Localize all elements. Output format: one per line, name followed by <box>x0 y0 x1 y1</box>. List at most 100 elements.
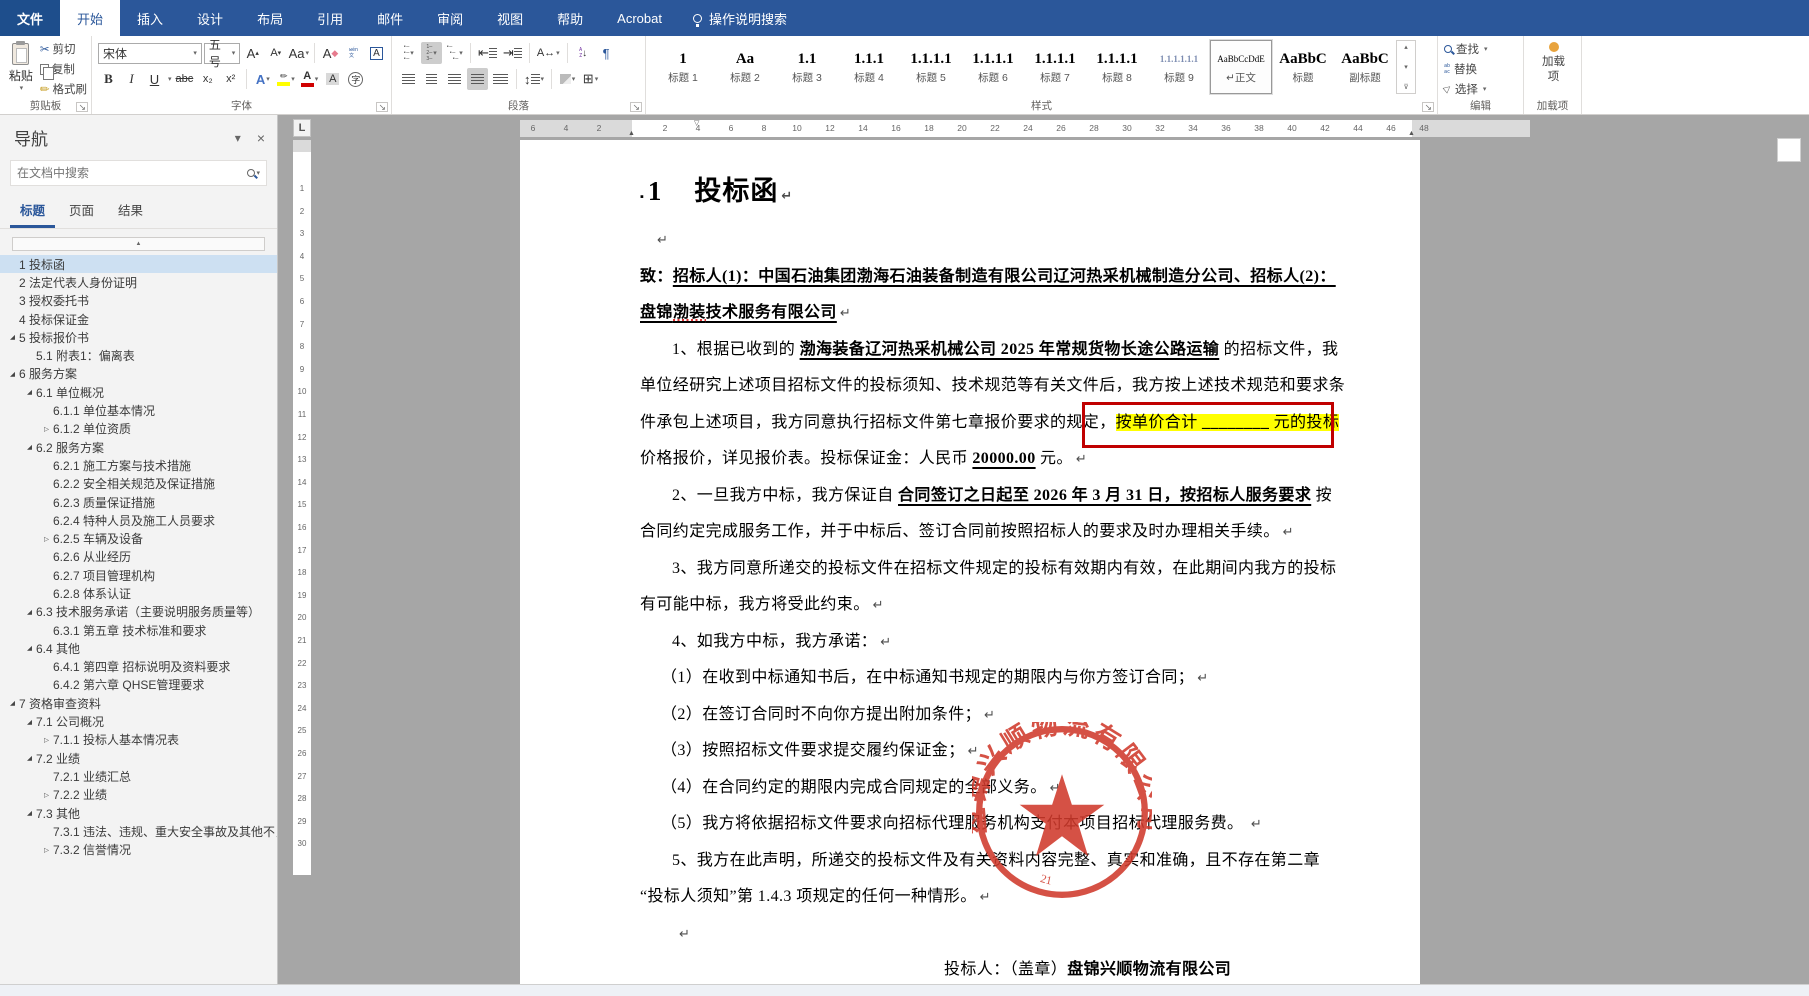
expanded-triangle-icon[interactable]: ◢ <box>23 608 36 616</box>
style-item-4[interactable]: 1.1.1 标题 4 <box>838 40 900 94</box>
style-item-2[interactable]: Aa 标题 2 <box>714 40 776 94</box>
nav-tree-item[interactable]: ▷ 6.1.2 单位资质 <box>0 420 277 438</box>
line-spacing-button[interactable]: ↕ ▾ <box>522 68 546 90</box>
nav-tree-item[interactable]: ◢ 6.1 单位概况 <box>0 383 277 401</box>
borders-button[interactable]: ⊞ ▾ <box>580 68 601 90</box>
collapsed-triangle-icon[interactable]: ▷ <box>40 736 53 744</box>
align-center-button[interactable] <box>421 68 442 90</box>
nav-tree-item[interactable]: 3 授权委托书 <box>0 292 277 310</box>
bullets-button[interactable]: •─ •─ •─ ▾ <box>398 42 419 64</box>
asian-layout-button[interactable]: A↔ ▾ <box>535 42 562 64</box>
nav-tree-item[interactable]: ◢ 7 资格审查资料 <box>0 694 277 712</box>
decrease-indent-button[interactable]: ⇤ <box>476 42 499 64</box>
collapsed-triangle-icon[interactable]: ▷ <box>40 425 53 433</box>
nav-tab-3[interactable]: 结果 <box>108 196 153 228</box>
nav-tree-item[interactable]: 6.2.2 安全相关规范及保证措施 <box>0 475 277 493</box>
style-item-7[interactable]: 1.1.1.1 标题 7 <box>1024 40 1086 94</box>
ribbon-tab-8[interactable]: 审阅 <box>420 0 480 36</box>
style-item-11[interactable]: AaBbC 标题 <box>1272 40 1334 94</box>
expanded-triangle-icon[interactable]: ◢ <box>23 443 36 451</box>
style-item-12[interactable]: AaBbC 副标题 <box>1334 40 1396 94</box>
nav-tree-item[interactable]: ◢ 6 服务方案 <box>0 365 277 383</box>
nav-tree-item[interactable]: ◢ 6.4 其他 <box>0 639 277 657</box>
shrink-font-button[interactable]: A ▾ <box>265 42 286 64</box>
ribbon-tab-3[interactable]: 插入 <box>120 0 180 36</box>
nav-tree-item[interactable]: 6.3.1 第五章 技术标准和要求 <box>0 621 277 639</box>
nav-tree-item[interactable]: ◢ 7.2 业绩 <box>0 749 277 767</box>
nav-tree-item[interactable]: ▷ 7.2.2 业绩 <box>0 786 277 804</box>
ribbon-tab-7[interactable]: 邮件 <box>360 0 420 36</box>
find-button[interactable]: 查找 ▾ <box>1444 40 1519 59</box>
styles-dialog-launcher[interactable]: ↘ <box>1422 102 1434 112</box>
collapsed-triangle-icon[interactable]: ▷ <box>40 535 53 543</box>
style-item-5[interactable]: 1.1.1.1 标题 5 <box>900 40 962 94</box>
right-indent-marker[interactable]: ▲ <box>1408 130 1415 137</box>
subscript-button[interactable]: x₂ <box>197 68 218 90</box>
copy-button[interactable]: 复制 <box>39 60 87 80</box>
nav-tree-item[interactable]: ▷ 6.2.5 车辆及设备 <box>0 529 277 547</box>
search-icon[interactable] <box>247 169 256 177</box>
text-effects-button[interactable]: A ▾ <box>252 68 273 90</box>
collapsed-triangle-icon[interactable]: ▷ <box>40 791 53 799</box>
nav-tree-item[interactable]: 2 法定代表人身份证明 <box>0 273 277 291</box>
nav-tree-item[interactable]: ◢ 7.1 公司概况 <box>0 712 277 730</box>
superscript-button[interactable]: x² <box>220 68 241 90</box>
nav-tree-item[interactable]: ◢ 6.2 服务方案 <box>0 438 277 456</box>
font-color-button[interactable]: A ▾ <box>299 68 321 90</box>
ribbon-tab-6[interactable]: 引用 <box>300 0 360 36</box>
replace-button[interactable]: ab ac 替换 <box>1444 60 1519 79</box>
ribbon-tab-11[interactable]: Acrobat <box>600 0 679 36</box>
ribbon-tab-2[interactable]: 开始 <box>60 0 121 36</box>
strikethrough-button[interactable]: abc <box>174 68 196 90</box>
sort-button[interactable]: A Z ↓ <box>573 42 594 64</box>
nav-tree-item[interactable]: 6.2.8 体系认证 <box>0 584 277 602</box>
nav-tree-item[interactable]: 6.4.1 第四章 招标说明及资料要求 <box>0 658 277 676</box>
more-styles-icon[interactable]: ⊽ <box>1403 83 1408 91</box>
expanded-triangle-icon[interactable]: ◢ <box>23 809 36 817</box>
cut-button[interactable]: ✂ 剪切 <box>40 40 87 59</box>
expanded-triangle-icon[interactable]: ◢ <box>23 388 36 396</box>
align-left-button[interactable] <box>398 68 419 90</box>
expanded-triangle-icon[interactable]: ◢ <box>23 754 36 762</box>
collapsed-triangle-icon[interactable]: ▷ <box>40 846 53 854</box>
style-item-3[interactable]: 1.1 标题 3 <box>776 40 838 94</box>
format-painter-button[interactable]: ✏ 格式刷 <box>40 79 87 98</box>
clipboard-dialog-launcher[interactable]: ↘ <box>76 102 88 112</box>
nav-tree-item[interactable]: 6.1.1 单位基本情况 <box>0 401 277 419</box>
document-page[interactable]: ▪ 1 投标函 ↵ ↵ 致：招标人(1)：中国石油集团渤海石油装备制造有限公司辽河热采机… <box>520 140 1420 984</box>
multilevel-list-button[interactable]: •─ •─ •─ ▾ <box>444 42 465 64</box>
expanded-triangle-icon[interactable]: ◢ <box>23 644 36 652</box>
font-size-combo[interactable]: 五号 ▾ <box>203 38 241 69</box>
horizontal-ruler[interactable]: 6 4 2 2 4 6 8 10 12 14 16 18 20 22 24 26 28 30 32 34 36 38 40 4… <box>520 120 1530 137</box>
increase-indent-button[interactable]: ⇥ <box>501 42 524 64</box>
bold-button[interactable]: B <box>98 68 119 90</box>
phonetic-guide-button[interactable]: wén 文 <box>343 42 364 64</box>
addins-button[interactable]: 加载项 <box>1530 42 1577 85</box>
nav-tree-item[interactable]: 6.2.4 特种人员及施工人员要求 <box>0 511 277 529</box>
nav-pane-menu-chevron-icon[interactable]: ▾ <box>235 131 241 145</box>
horizontal-scrollbar-strip[interactable] <box>0 984 1809 996</box>
scroll-up-icon[interactable]: ▴ <box>1404 43 1408 51</box>
clear-formatting-button[interactable]: A ◆ <box>320 42 341 64</box>
nav-tree-item[interactable]: 6.2.3 质量保证措施 <box>0 493 277 511</box>
nav-tree-item[interactable]: 7.2.1 业绩汇总 <box>0 767 277 785</box>
nav-tree-item[interactable]: ◢ 5 投标报价书 <box>0 328 277 346</box>
numbering-button[interactable]: 1─ 2─ 3─ ▾ <box>421 42 442 64</box>
enclose-characters-button[interactable]: 字 <box>345 68 366 90</box>
nav-tree-item[interactable]: ▷ 7.1.1 投标人基本情况表 <box>0 731 277 749</box>
nav-tree-item[interactable]: 6.2.7 项目管理机构 <box>0 566 277 584</box>
ribbon-tab-10[interactable]: 帮助 <box>540 0 600 36</box>
underline-button[interactable]: U <box>144 68 165 90</box>
font-name-combo[interactable]: 宋体 ▾ <box>98 42 202 64</box>
justify-button[interactable] <box>467 68 488 90</box>
expanded-triangle-icon[interactable]: ◢ <box>23 718 36 726</box>
nav-tree-item[interactable]: 1 投标函 <box>0 255 277 274</box>
style-item-1[interactable]: 1 标题 1 <box>652 40 714 94</box>
style-item-10[interactable]: AaBbCcDdE ↵正文 <box>1210 40 1272 94</box>
nav-tree-item[interactable]: ◢ 6.3 技术服务承诺（主要说明服务质量等） <box>0 603 277 621</box>
text-highlight-button[interactable]: ✏ ▾ <box>275 68 297 90</box>
nav-collapse-strip[interactable]: ▲ <box>12 237 265 251</box>
ribbon-tab-1[interactable]: 文件 <box>0 0 61 36</box>
align-right-button[interactable] <box>444 68 465 90</box>
tab-selector[interactable]: L <box>293 119 311 137</box>
